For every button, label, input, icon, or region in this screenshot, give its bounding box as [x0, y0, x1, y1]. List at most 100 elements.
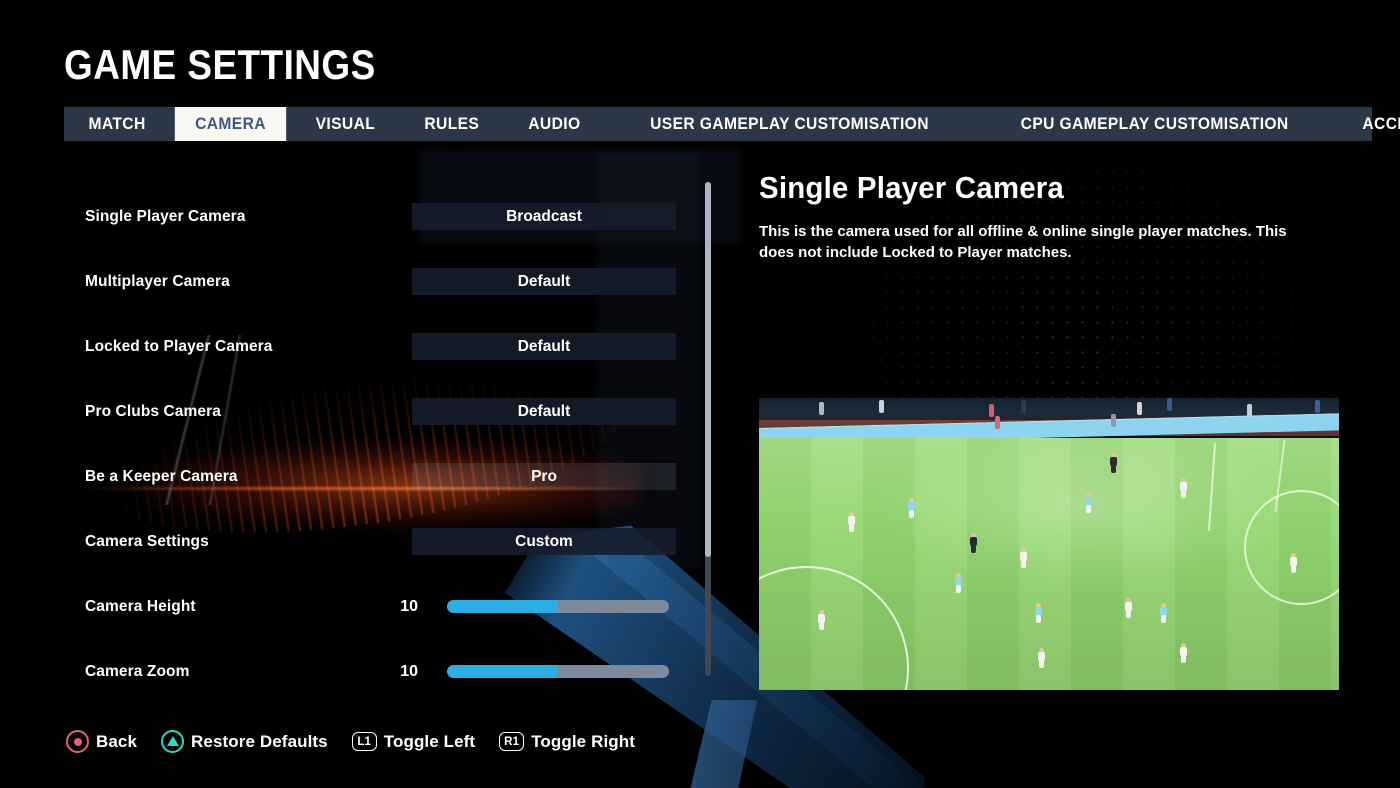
settings-scrollbar-thumb[interactable] — [705, 182, 711, 558]
preview-crowd-spectator — [995, 416, 1000, 429]
setting-label-camera-settings: Camera Settings — [85, 532, 209, 550]
setting-row-camera-settings: Camera Settings Custom — [64, 528, 688, 555]
page-title: GAME SETTINGS — [64, 41, 376, 88]
setting-value-pro-clubs-camera[interactable]: Default — [412, 398, 676, 425]
setting-value-number-camera-zoom: 10 — [400, 662, 418, 680]
setting-value-single-player-camera[interactable]: Broadcast — [412, 203, 676, 230]
preview-player — [1109, 453, 1118, 473]
preview-player — [1019, 548, 1028, 568]
settings-list: Single Player Camera Broadcast Multiplayer… — [64, 160, 688, 690]
setting-label-camera-zoom: Camera Zoom — [85, 662, 190, 680]
setting-slider-camera-zoom[interactable] — [447, 665, 669, 678]
preview-player — [1159, 603, 1168, 623]
r1-button-icon: R1 — [499, 732, 525, 751]
setting-label-single-player-camera: Single Player Camera — [85, 207, 246, 225]
tab-visual[interactable]: VISUAL — [295, 107, 395, 141]
hint-label: Back — [96, 731, 138, 751]
tab-accessibility[interactable]: ACCESSIBILITY — [1342, 107, 1400, 141]
tab-user-gameplay-customisation[interactable]: USER GAMEPLAY CUSTOMISATION — [619, 107, 960, 141]
preview-crowd-spectator — [1111, 414, 1116, 427]
preview-player-legs — [1039, 660, 1044, 668]
preview-crowd-spectator — [879, 400, 884, 413]
preview-player-legs — [1181, 490, 1186, 498]
circle-button-icon — [66, 730, 89, 753]
detail-title: Single Player Camera — [759, 170, 1065, 205]
setting-value-multiplayer-camera[interactable]: Default — [412, 268, 676, 295]
l1-button-icon: L1 — [351, 732, 377, 751]
preview-player — [1179, 643, 1188, 663]
preview-player-legs — [1181, 655, 1186, 663]
preview-crowd-spectator — [1167, 398, 1172, 411]
setting-slider-fill-camera-height — [447, 600, 558, 613]
setting-value-locked-to-player-camera[interactable]: Default — [412, 333, 676, 360]
setting-row-be-a-keeper-camera: Be a Keeper Camera Pro — [64, 463, 688, 490]
setting-value-number-camera-height: 10 — [400, 597, 418, 615]
setting-label-multiplayer-camera: Multiplayer Camera — [85, 272, 230, 290]
game-settings-screen: GAME SETTINGS MATCH CAMERA VISUAL RULES AUDI… — [0, 0, 1400, 788]
preview-player-legs — [1086, 505, 1091, 513]
preview-player-legs — [819, 622, 824, 630]
preview-crowd-spectator — [1315, 400, 1320, 413]
preview-crowd-spectator — [1137, 402, 1142, 415]
preview-crowd-spectator — [819, 402, 824, 415]
setting-row-camera-height: Camera Height 10 — [64, 593, 688, 620]
hint-toggle-right[interactable]: R1 Toggle Right — [499, 732, 635, 752]
setting-label-be-a-keeper-camera: Be a Keeper Camera — [85, 467, 238, 485]
setting-label-camera-height: Camera Height — [85, 597, 196, 615]
tab-rules[interactable]: RULES — [404, 107, 499, 141]
preview-player — [817, 610, 826, 630]
detail-panel: Single Player Camera This is the camera … — [759, 170, 1359, 263]
hint-restore-defaults[interactable]: Restore Defaults — [161, 730, 328, 753]
preview-player — [907, 498, 916, 518]
preview-player — [1289, 553, 1298, 573]
setting-value-be-a-keeper-camera[interactable]: Pro — [412, 463, 676, 490]
preview-player-legs — [1291, 565, 1296, 573]
setting-row-pro-clubs-camera: Pro Clubs Camera Default — [64, 398, 688, 425]
preview-player-legs — [971, 545, 976, 553]
preview-crowd-spectator — [989, 404, 994, 417]
preview-player — [1124, 598, 1133, 618]
preview-player-legs — [1021, 560, 1026, 568]
preview-crowd-spectator — [1021, 400, 1026, 413]
setting-slider-camera-height[interactable] — [447, 600, 669, 613]
settings-scrollbar[interactable] — [705, 182, 711, 676]
tab-audio[interactable]: AUDIO — [508, 107, 601, 141]
setting-row-camera-zoom: Camera Zoom 10 — [64, 658, 688, 685]
setting-row-multiplayer-camera: Multiplayer Camera Default — [64, 268, 688, 295]
camera-preview-image — [759, 398, 1339, 690]
preview-player — [1084, 493, 1093, 513]
preview-player-legs — [1036, 615, 1041, 623]
preview-player-legs — [909, 510, 914, 518]
tab-cpu-gameplay-customisation[interactable]: CPU GAMEPLAY CUSTOMISATION — [990, 107, 1321, 141]
hint-label: Toggle Right — [531, 731, 635, 751]
settings-tab-bar: MATCH CAMERA VISUAL RULES AUDIO USER GAMEPLAY… — [64, 107, 1400, 141]
preview-player-legs — [1111, 465, 1116, 473]
setting-label-pro-clubs-camera: Pro Clubs Camera — [85, 402, 221, 420]
tab-match[interactable]: MATCH — [68, 107, 166, 141]
button-hint-bar: Back Restore Defaults L1 Toggle Left R1 Toggl… — [66, 730, 659, 753]
preview-player — [969, 533, 978, 553]
preview-player-legs — [956, 585, 961, 593]
detail-description: This is the camera used for all offline … — [759, 222, 1287, 261]
preview-crowd-spectator — [1247, 404, 1252, 417]
tab-camera[interactable]: CAMERA — [174, 107, 287, 141]
setting-label-locked-to-player-camera: Locked to Player Camera — [85, 337, 273, 355]
preview-player — [847, 512, 856, 532]
preview-player-legs — [849, 524, 854, 532]
hint-toggle-left[interactable]: L1 Toggle Left — [351, 731, 476, 752]
preview-player — [1037, 648, 1046, 668]
setting-value-camera-settings[interactable]: Custom — [412, 528, 676, 555]
preview-player — [954, 573, 963, 593]
hint-label: Restore Defaults — [191, 731, 328, 751]
preview-player — [1179, 478, 1188, 498]
hint-back[interactable]: Back — [66, 730, 137, 753]
preview-player-legs — [1126, 610, 1131, 618]
preview-player — [1034, 603, 1043, 623]
preview-player-legs — [1161, 615, 1166, 623]
background-bottom-band-edge — [690, 700, 719, 788]
setting-row-locked-to-player-camera: Locked to Player Camera Default — [64, 333, 688, 360]
hint-label: Toggle Left — [383, 731, 476, 751]
setting-row-single-player-camera: Single Player Camera Broadcast — [64, 203, 688, 230]
background-bottom-blue-band — [690, 700, 758, 788]
triangle-button-icon — [161, 730, 185, 753]
